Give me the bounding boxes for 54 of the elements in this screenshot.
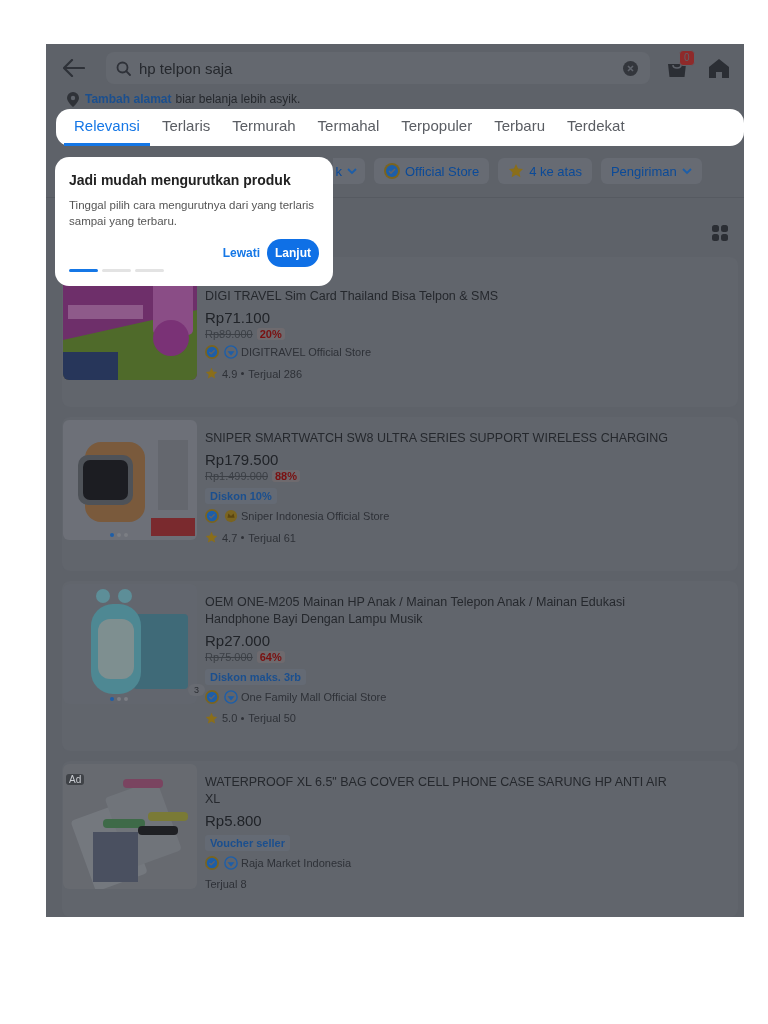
add-address-link[interactable]: Tambah alamat [85,92,172,106]
product-title[interactable]: SNIPER SMARTWATCH SW8 ULTRA SERIES SUPPORT WIRELESS CHARGING [205,430,669,448]
promo-label: Diskon maks. 3rb [205,668,307,685]
separator-dot [241,536,245,540]
ad-label: Ad [66,774,85,786]
sort-tab[interactable]: Termahal [307,109,390,146]
product-title[interactable]: DIGI TRAVEL Sim Card Thailand Bisa Telpon & SMS [205,288,499,306]
coachmark-text: Tinggal pilih cara mengurutnya dari yang terlaris sampai yang terbaru. [69,198,316,229]
location-pin-icon [67,91,79,107]
crown-badge-icon [224,509,238,524]
product-price: Rp5.800 [205,812,262,830]
verified-badge-icon [205,345,219,360]
sort-tab[interactable]: Relevansi [64,109,150,146]
product-price: Rp179.500 [205,451,279,469]
promo-label: Voucher seller [205,835,290,852]
discount-label: 64% [256,650,285,663]
product-price: Rp71.100 [205,309,271,327]
star-icon [508,163,525,180]
clear-icon[interactable] [623,60,638,76]
filter-chip[interactable]: 4 ke atas [498,157,592,185]
search-field[interactable]: hp telpon saja [106,52,650,84]
home-icon[interactable] [708,58,730,78]
search-icon[interactable] [116,60,131,76]
star-icon [205,711,218,725]
verified-badge-icon [205,509,219,524]
star-icon [205,531,218,545]
skip-button[interactable]: Lewati [222,246,260,260]
promo-label: Diskon 10% [205,488,277,505]
separator-dot [241,716,245,720]
verified-badge-icon [384,163,400,180]
product-title[interactable]: WATERPROOF XL 6.5" BAG COVER CELL PHONE CASE SARUNG HP ANTI AIR XL [205,774,685,809]
next-button[interactable]: Lanjut [267,239,319,267]
address-hint: biar belanja lebih asyik. [175,92,301,106]
back-icon[interactable] [63,59,85,77]
coachmark-title: Jadi mudah mengurutkan produk [69,172,292,188]
grid-view-icon[interactable] [712,225,728,242]
sort-tab[interactable]: Terpopuler [391,109,483,146]
sort-tab[interactable]: Terbaru [484,109,556,146]
sort-tab[interactable]: Termurah [222,109,306,146]
separator-dot [241,372,245,376]
filter-chip[interactable]: Pengiriman [600,157,702,185]
discount-label: 20% [256,328,285,341]
discount-label: 88% [272,470,301,483]
filter-chip[interactable]: Official Store [374,157,490,185]
sort-tab[interactable]: Terdekat [557,109,635,146]
verified-badge-icon [205,856,219,871]
chevron-down-icon [681,167,692,175]
product-title[interactable]: OEM ONE-M205 Mainan HP Anak / Mainan Telepon Anak / Mainan Edukasi Handphone Bayi Dengan Lampu Musik [205,593,685,628]
product-price: Rp27.000 [205,631,271,649]
verified-badge-icon [205,689,219,704]
chevron-down-icon [347,167,357,175]
star-icon [205,367,218,381]
filter-chip[interactable]: k [333,157,365,185]
sort-tab[interactable]: Terlaris [151,109,221,146]
